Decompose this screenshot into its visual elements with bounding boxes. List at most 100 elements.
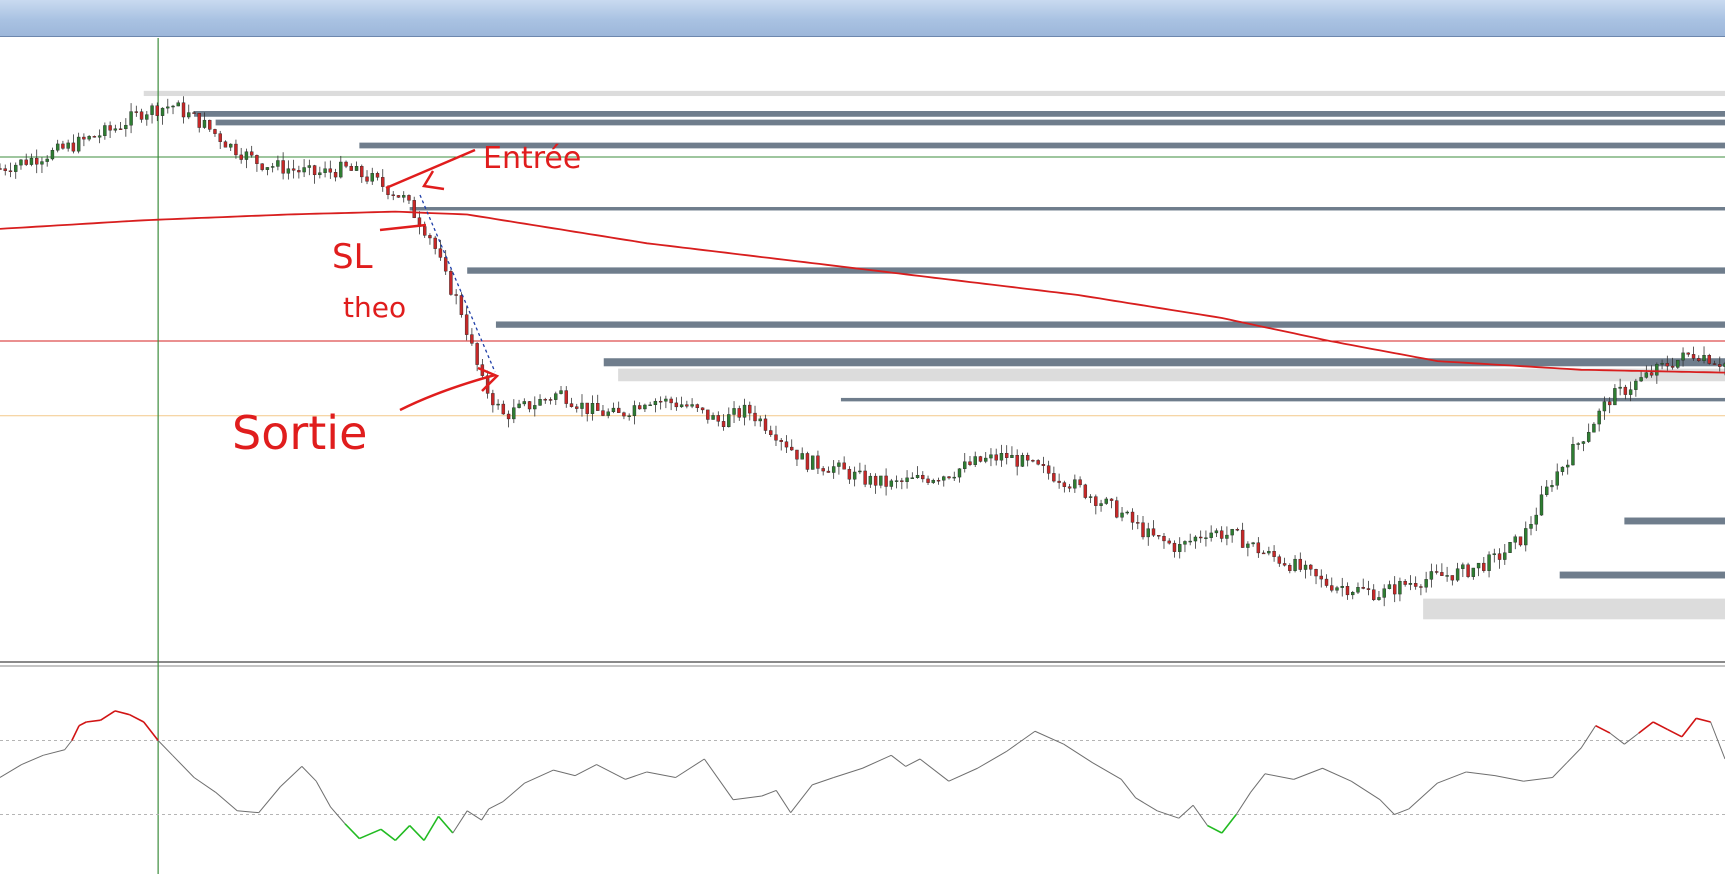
candle-bull [45,158,49,162]
candle-bull [265,167,270,170]
oscillator-segment-overbought [86,719,101,723]
candle-bull [1503,552,1507,560]
oscillator-segment-overbought [114,710,130,716]
candle-bear [1115,500,1119,518]
oscillator-segment-oversold [394,825,411,841]
candle-bear [1282,563,1287,566]
candle-bear [328,168,333,173]
candle-bull [858,470,862,473]
candle-bull [87,136,91,140]
candle-bear [1607,401,1612,406]
candle-bull [1571,444,1575,466]
candle-bear [1419,586,1423,588]
oscillator-segment [301,766,317,782]
main-pane-frame [0,38,1725,662]
candle-bear [433,237,437,249]
candle-bull [517,403,521,408]
candle-bull [643,404,647,410]
oscillator-segment [553,769,576,777]
candle-bear [926,478,930,483]
candle-bull [758,418,762,422]
candle-bull [1592,423,1596,433]
candle-bear [454,294,458,296]
oscillator-segment [977,751,1007,769]
candle-bear [92,136,97,138]
candle-bear [968,461,972,465]
candle-bear [737,408,741,418]
candle-bear [1141,522,1145,538]
oscillator-segment [596,764,626,780]
candle-bear [884,475,888,487]
oscillator-segment [703,758,734,800]
candle-bull [837,462,841,467]
candle-bear [774,434,778,441]
candle-bull [1251,542,1255,545]
candle-bear [769,430,773,435]
candle-bear [1691,354,1696,359]
candle-bull [103,125,107,136]
candle-bull [1576,443,1580,445]
candle-bear [826,470,831,473]
candle-bear [1697,358,1701,361]
candle-bull [1183,541,1187,545]
price-zone [409,207,1725,211]
oscillator-segment [812,777,834,786]
oscillator-segment [524,769,554,784]
candle-bull [1178,544,1182,552]
candle-bull [1461,564,1465,569]
candle-bull [1020,455,1025,467]
candle-bull [611,407,616,413]
oscillator-segment [1350,780,1381,801]
oscillator-segment [1250,773,1266,793]
candle-bear [1361,587,1365,589]
oscillator-segment [452,810,468,834]
candle-bear [784,441,789,448]
candle-bull [323,168,327,173]
candle-bear [790,446,794,451]
candle-bear [1392,584,1397,595]
oscillator-segment-oversold [409,825,425,841]
oscillator-segment [1135,797,1158,812]
candle-bear [344,161,348,167]
candle-bear [381,177,385,187]
candle-bear [181,102,186,118]
candle-bull [910,477,915,479]
candle-bear [1130,511,1135,523]
oscillator-segment [1005,730,1036,753]
candle-bear [501,403,506,415]
oscillator-segment-overbought [71,725,80,741]
candle-bear [1004,452,1009,458]
candle-bull [1471,567,1476,577]
candle-bull [166,106,170,109]
candle-bear [637,405,642,410]
candle-bear [978,456,983,462]
candle-bear [1277,556,1282,564]
candle-bear [360,166,364,178]
oscillator-segment [258,786,281,813]
candle-bear [863,470,867,485]
oscillator-segment-overbought [78,721,87,727]
oscillator-levels-layer [0,740,1725,815]
candle-bear [748,404,752,414]
oscillator-segment [1322,767,1352,782]
candle-bull [29,157,34,165]
oscillator-segment [733,795,762,801]
oscillator-segment [1264,773,1294,780]
chart-window: Entrée SL theo Sortie [0,0,1725,874]
candle-bear [1151,528,1156,536]
candle-bear [82,136,86,140]
candle-bear [223,141,228,148]
candle-bull [171,105,175,108]
candle-bull [176,102,180,107]
candle-bull [533,405,537,410]
price-zone [603,358,1725,367]
candle-bull [286,168,291,174]
candle-bull [800,453,804,460]
candle-bull [915,474,920,478]
candle-bull [1073,479,1077,489]
price-zone [1423,598,1725,620]
candle-bear [847,468,852,480]
candle-bear [1686,352,1690,355]
candle-bear [1707,355,1711,364]
candle-bear [1314,569,1318,577]
